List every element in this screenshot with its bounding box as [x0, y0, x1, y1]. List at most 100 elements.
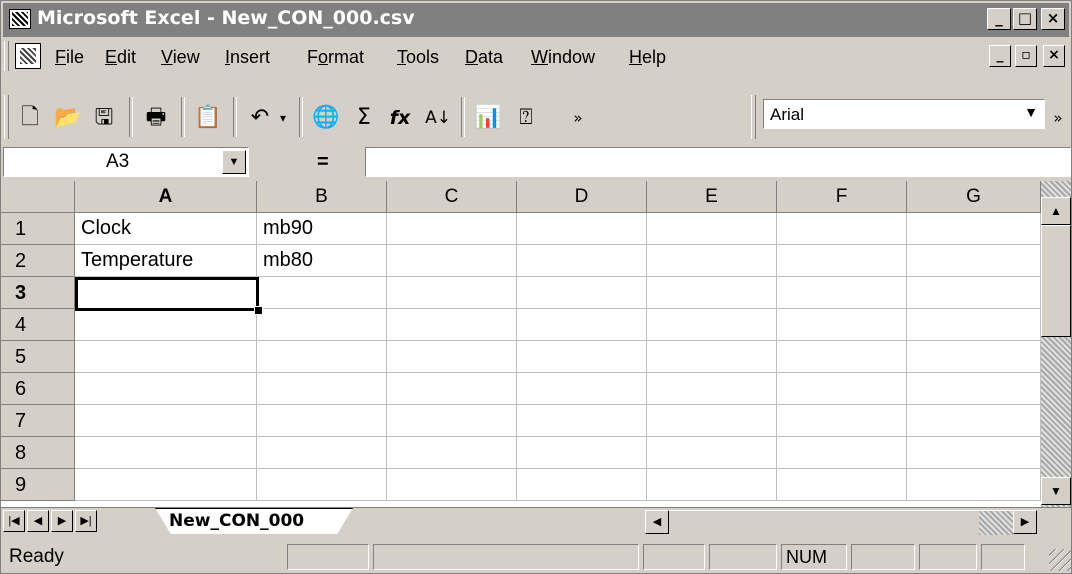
cell-f4[interactable] — [777, 309, 907, 341]
cell-b4[interactable] — [257, 309, 387, 341]
cell-c8[interactable] — [387, 437, 517, 469]
cell-g7[interactable] — [907, 405, 1041, 437]
cell-f2[interactable] — [777, 245, 907, 277]
cell-f6[interactable] — [777, 373, 907, 405]
maximize-button[interactable]: □ — [1013, 8, 1037, 30]
menu-tools[interactable]: Tools — [397, 47, 439, 68]
web-icon[interactable]: 🌐 — [311, 103, 341, 133]
cell-d7[interactable] — [517, 405, 647, 437]
cell-d9[interactable] — [517, 469, 647, 501]
scroll-down-icon[interactable]: ▼ — [1041, 477, 1071, 505]
cell-c5[interactable] — [387, 341, 517, 373]
font-name-box[interactable]: Arial ▼ — [763, 99, 1045, 129]
cell-g5[interactable] — [907, 341, 1041, 373]
cell-e8[interactable] — [647, 437, 777, 469]
edit-formula-button[interactable]: = — [317, 151, 329, 174]
row-header-4[interactable]: 4 — [1, 309, 75, 341]
cell-a2[interactable]: Temperature — [75, 245, 257, 277]
cell-g9[interactable] — [907, 469, 1041, 501]
cell-c3[interactable] — [387, 277, 517, 309]
row-header-7[interactable]: 7 — [1, 405, 75, 437]
minimize-button[interactable]: _ — [987, 8, 1011, 30]
cell-c2[interactable] — [387, 245, 517, 277]
cell-d3[interactable] — [517, 277, 647, 309]
cell-f7[interactable] — [777, 405, 907, 437]
function-icon[interactable]: fx — [385, 103, 415, 133]
cell-f3[interactable] — [777, 277, 907, 309]
next-sheet-icon[interactable]: ▶ — [51, 510, 73, 532]
cell-a4[interactable] — [75, 309, 257, 341]
row-header-6[interactable]: 6 — [1, 373, 75, 405]
cell-d8[interactable] — [517, 437, 647, 469]
cell-g3[interactable] — [907, 277, 1041, 309]
menu-view[interactable]: View — [161, 47, 200, 68]
last-sheet-icon[interactable]: ▶| — [75, 510, 97, 532]
cell-e2[interactable] — [647, 245, 777, 277]
menu-window[interactable]: Window — [531, 47, 595, 68]
cell-c1[interactable] — [387, 213, 517, 245]
autosum-icon[interactable]: Σ — [349, 103, 379, 133]
column-header-b[interactable]: B — [257, 181, 387, 213]
cell-d1[interactable] — [517, 213, 647, 245]
open-icon[interactable]: 📂 — [53, 103, 83, 133]
column-header-g[interactable]: G — [907, 181, 1041, 213]
cell-d4[interactable] — [517, 309, 647, 341]
document-control-icon[interactable] — [15, 43, 41, 69]
scroll-left-icon[interactable]: ◀ — [645, 510, 669, 534]
cell-d6[interactable] — [517, 373, 647, 405]
menu-data[interactable]: Data — [465, 47, 503, 68]
cell-e5[interactable] — [647, 341, 777, 373]
vertical-scroll-thumb[interactable] — [1041, 225, 1071, 337]
cell-a1[interactable]: Clock — [75, 213, 257, 245]
cell-f8[interactable] — [777, 437, 907, 469]
cell-g2[interactable] — [907, 245, 1041, 277]
scroll-up-icon[interactable]: ▲ — [1041, 197, 1071, 225]
chart-wizard-icon[interactable]: 📊 — [473, 103, 503, 133]
menu-format[interactable]: Format — [307, 47, 364, 68]
cell-g1[interactable] — [907, 213, 1041, 245]
select-all-button[interactable] — [1, 181, 75, 213]
title-bar[interactable]: Microsoft Excel - New_CON_000.csv _ □ × — [3, 3, 1069, 37]
cell-a7[interactable] — [75, 405, 257, 437]
doc-minimize-button[interactable]: _ — [989, 45, 1011, 67]
row-header-3[interactable]: 3 — [1, 277, 75, 309]
column-header-f[interactable]: F — [777, 181, 907, 213]
cell-b1[interactable]: mb90 — [257, 213, 387, 245]
cell-c7[interactable] — [387, 405, 517, 437]
more-buttons-icon[interactable]: » — [1047, 103, 1069, 133]
sheet-tab-new-con-000[interactable]: New_CON_000 — [155, 508, 353, 534]
menu-insert[interactable]: Insert — [225, 47, 270, 68]
cell-e7[interactable] — [647, 405, 777, 437]
scroll-right-icon[interactable]: ▶ — [1013, 510, 1037, 534]
menu-help[interactable]: Help — [629, 47, 666, 68]
close-button[interactable]: × — [1041, 8, 1065, 30]
chevron-down-icon[interactable]: ▼ — [222, 150, 246, 174]
formula-input[interactable] — [365, 147, 1071, 177]
horizontal-scrollbar[interactable]: ◀ ▶ — [645, 510, 1041, 535]
cell-a5[interactable] — [75, 341, 257, 373]
row-header-2[interactable]: 2 — [1, 245, 75, 277]
horizontal-scroll-track[interactable] — [669, 510, 1013, 535]
paste-icon[interactable]: 📋 — [193, 103, 223, 133]
cell-b9[interactable] — [257, 469, 387, 501]
column-header-d[interactable]: D — [517, 181, 647, 213]
cell-b7[interactable] — [257, 405, 387, 437]
cell-b3[interactable] — [257, 277, 387, 309]
doc-restore-button[interactable]: ▫ — [1015, 45, 1037, 67]
cell-c6[interactable] — [387, 373, 517, 405]
toolbar-grip[interactable] — [4, 95, 9, 139]
menu-edit[interactable]: Edit — [105, 47, 136, 68]
cell-b6[interactable] — [257, 373, 387, 405]
cell-g4[interactable] — [907, 309, 1041, 341]
cell-b2[interactable]: mb80 — [257, 245, 387, 277]
cell-e9[interactable] — [647, 469, 777, 501]
more-buttons-icon[interactable]: » — [563, 103, 593, 133]
cell-e3[interactable] — [647, 277, 777, 309]
horizontal-scroll-thumb[interactable] — [979, 511, 1013, 535]
undo-icon[interactable]: ↶ — [245, 103, 275, 133]
new-icon[interactable]: 🗋 — [15, 103, 45, 133]
name-box[interactable]: A3 ▼ — [3, 147, 249, 177]
resize-grip-icon[interactable] — [1049, 549, 1071, 571]
column-header-a[interactable]: A — [75, 181, 257, 213]
doc-close-button[interactable]: × — [1043, 45, 1065, 67]
